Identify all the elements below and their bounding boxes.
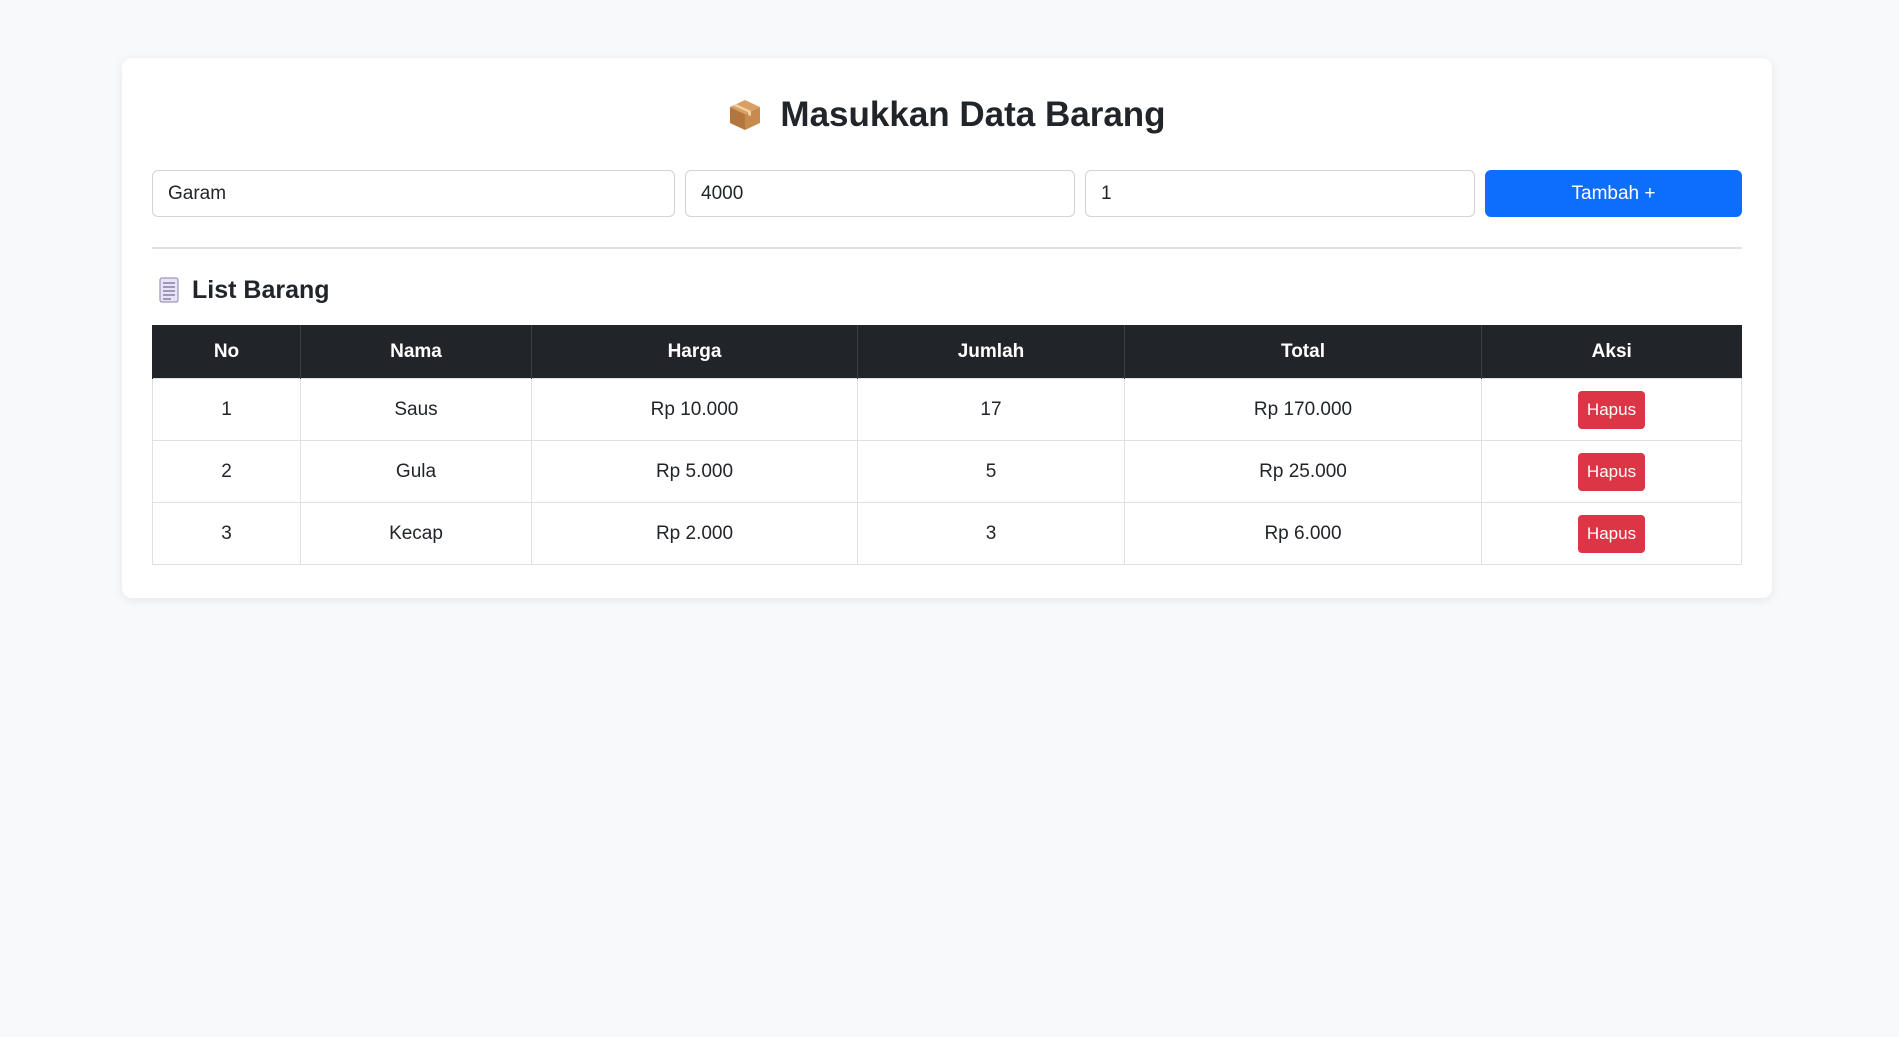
- hapus-button[interactable]: Hapus: [1577, 390, 1646, 429]
- barang-table: No Nama Harga Jumlah Total Aksi 1 Saus R…: [152, 325, 1742, 565]
- column-header-no: No: [152, 325, 301, 379]
- cell-total: Rp 170.000: [1124, 378, 1482, 441]
- cell-nama: Saus: [300, 378, 532, 441]
- cell-jumlah: 3: [857, 502, 1125, 565]
- cell-harga: Rp 2.000: [531, 502, 858, 565]
- cell-no: 3: [152, 502, 301, 565]
- cell-total: Rp 6.000: [1124, 502, 1482, 565]
- tambah-button[interactable]: Tambah +: [1485, 170, 1742, 217]
- list-header: List Barang: [152, 267, 1742, 313]
- list-title: List Barang: [192, 275, 330, 304]
- table-row: 1 Saus Rp 10.000 17 Rp 170.000 Hapus: [152, 378, 1742, 441]
- cell-jumlah: 17: [857, 378, 1125, 441]
- cell-nama: Gula: [300, 440, 532, 503]
- package-icon: [728, 98, 762, 132]
- hapus-button[interactable]: Hapus: [1577, 514, 1646, 553]
- title-row: Masukkan Data Barang: [152, 58, 1742, 170]
- cell-aksi: Hapus: [1481, 502, 1742, 565]
- document-icon: [158, 277, 180, 303]
- harga-input[interactable]: [685, 170, 1075, 217]
- column-header-jumlah: Jumlah: [857, 325, 1125, 379]
- divider: [152, 247, 1742, 249]
- column-header-aksi: Aksi: [1481, 325, 1742, 379]
- cell-no: 1: [152, 378, 301, 441]
- cell-nama: Kecap: [300, 502, 532, 565]
- cell-harga: Rp 10.000: [531, 378, 858, 441]
- page-title: Masukkan Data Barang: [780, 95, 1166, 134]
- table-row: 3 Kecap Rp 2.000 3 Rp 6.000 Hapus: [152, 502, 1742, 565]
- main-card: Masukkan Data Barang Tambah + List Baran…: [122, 58, 1772, 598]
- cell-no: 2: [152, 440, 301, 503]
- column-header-total: Total: [1124, 325, 1482, 379]
- table-row: 2 Gula Rp 5.000 5 Rp 25.000 Hapus: [152, 440, 1742, 503]
- hapus-button[interactable]: Hapus: [1577, 452, 1646, 491]
- table-header: No Nama Harga Jumlah Total Aksi: [152, 325, 1742, 379]
- column-header-harga: Harga: [531, 325, 858, 379]
- cell-aksi: Hapus: [1481, 378, 1742, 441]
- cell-aksi: Hapus: [1481, 440, 1742, 503]
- cell-jumlah: 5: [857, 440, 1125, 503]
- column-header-nama: Nama: [300, 325, 532, 379]
- input-form: Tambah +: [152, 170, 1742, 217]
- cell-total: Rp 25.000: [1124, 440, 1482, 503]
- nama-input[interactable]: [152, 170, 675, 217]
- cell-harga: Rp 5.000: [531, 440, 858, 503]
- jumlah-input[interactable]: [1085, 170, 1475, 217]
